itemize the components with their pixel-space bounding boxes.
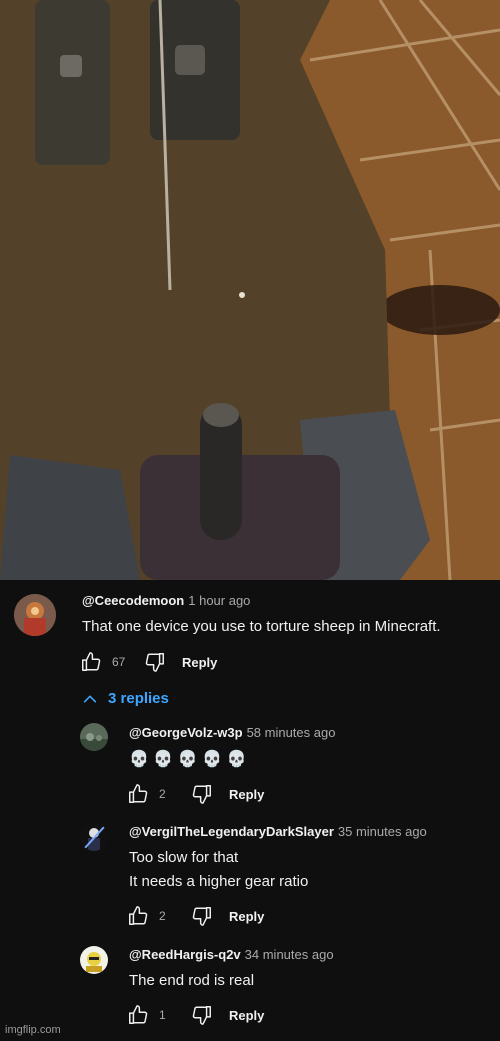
author-handle[interactable]: @VergilTheLegendaryDarkSlayer (129, 824, 334, 839)
thumbs-down-icon[interactable] (189, 1002, 215, 1028)
reply-timestamp[interactable]: 58 minutes ago (247, 725, 336, 740)
avatar-image (80, 946, 108, 974)
video-frame-image (0, 0, 500, 580)
comment-actions: 67 Reply (78, 649, 217, 675)
reply-button[interactable]: Reply (229, 909, 264, 924)
like-count: 1 (159, 1008, 166, 1022)
thumbs-up-icon[interactable] (125, 1002, 151, 1028)
reply-button[interactable]: Reply (229, 787, 264, 802)
comment-author[interactable]: @Ceecodemoon 1 hour ago (82, 593, 250, 608)
reply-author[interactable]: @GeorgeVolz-w3p 58 minutes ago (129, 725, 335, 740)
comment-timestamp[interactable]: 1 hour ago (188, 593, 250, 608)
thumbs-up-icon[interactable] (125, 903, 151, 929)
reply-button[interactable]: Reply (182, 655, 217, 670)
avatar-image (14, 594, 56, 636)
reply-actions: 1 Reply (125, 1002, 264, 1028)
author-handle[interactable]: @GeorgeVolz-w3p (129, 725, 243, 740)
avatar-image (80, 723, 108, 751)
replies-toggle[interactable]: 3 replies (82, 690, 169, 707)
reply-timestamp[interactable]: 35 minutes ago (338, 824, 427, 839)
watermark: imgflip.com (5, 1024, 61, 1036)
like-count: 2 (159, 787, 166, 801)
like-count: 2 (159, 909, 166, 923)
comment-text: That one device you use to torture sheep… (82, 618, 441, 635)
comments-section: @Ceecodemoon 1 hour ago That one device y… (0, 580, 500, 1041)
avatar-image (80, 823, 108, 851)
reply-text: Too slow for that It needs a higher gear… (129, 849, 309, 890)
reply-text: 💀 💀 💀 💀 💀 (129, 751, 247, 768)
author-handle[interactable]: @Ceecodemoon (82, 593, 184, 608)
chevron-up-icon (83, 695, 97, 702)
replies-count-label: 3 replies (108, 690, 169, 707)
reply-timestamp[interactable]: 34 minutes ago (245, 947, 334, 962)
avatar[interactable] (14, 594, 56, 636)
reply-text: The end rod is real (129, 972, 255, 989)
like-count: 67 (112, 655, 126, 669)
author-handle[interactable]: @ReedHargis-q2v (129, 947, 241, 962)
reply-button[interactable]: Reply (229, 1008, 264, 1023)
thumbs-down-icon[interactable] (189, 781, 215, 807)
avatar[interactable] (80, 946, 108, 974)
avatar[interactable] (80, 723, 108, 751)
reply-actions: 2 Reply (125, 781, 264, 807)
thumbs-up-icon[interactable] (125, 781, 151, 807)
reply-actions: 2 Reply (125, 903, 264, 929)
thumbs-down-icon[interactable] (142, 649, 168, 675)
avatar[interactable] (80, 823, 108, 851)
reply-author[interactable]: @ReedHargis-q2v 34 minutes ago (129, 947, 334, 962)
thumbs-down-icon[interactable] (189, 903, 215, 929)
reply-author[interactable]: @VergilTheLegendaryDarkSlayer 35 minutes … (129, 824, 427, 839)
thumbs-up-icon[interactable] (78, 649, 104, 675)
